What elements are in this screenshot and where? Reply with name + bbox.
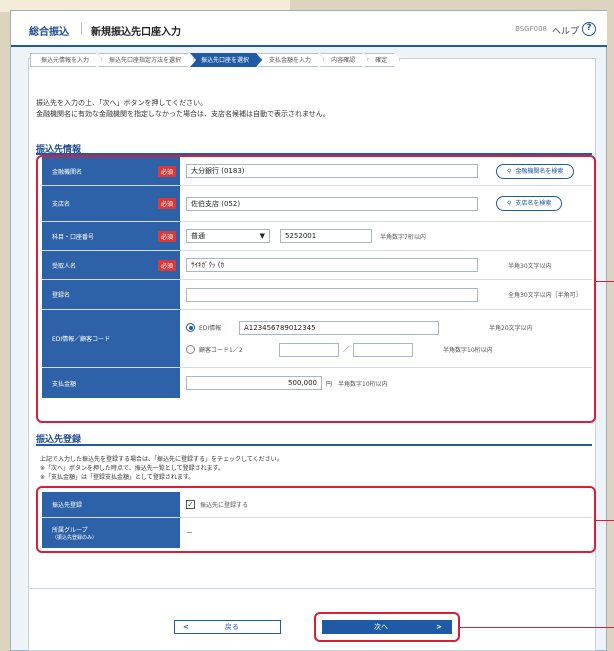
register-highlight	[36, 486, 596, 553]
instruction-line: 金融機関名に有効な金融機関を指定しなかった場合は、支店名候補は自動で表示されませ…	[36, 110, 330, 118]
back-button-label: 戻る	[224, 623, 239, 631]
page-header: 総合振込 新規振込先口座入力 BSGF008 ヘルプ ?	[11, 11, 607, 47]
register-line: ※「支払金額」は「登録支払金額」として登録されます。	[40, 474, 195, 481]
step-4: 支払金額を入力	[258, 53, 324, 67]
register-instructions: 上記で入力した振込先を登録する場合は、「振込先に登録する」をチェックしてください…	[40, 455, 283, 482]
section-divider	[36, 444, 592, 446]
progress-steps: 振込元情報を入力 振込先口座指定方法を選択 振込先口座を選択 支払金額を入力 内…	[30, 53, 396, 67]
callout-line	[596, 281, 614, 282]
step-5: 内容確認	[320, 53, 368, 67]
register-line: ※「次へ」ボタンを押した時点で、振込先一覧として登録されます。	[40, 465, 225, 472]
back-button[interactable]: < 戻る	[174, 620, 281, 634]
instruction-line: 振込先を入力の上、「次へ」ボタンを押してください。	[36, 99, 208, 107]
payee-highlight	[36, 155, 596, 423]
instructions: 振込先を入力の上、「次へ」ボタンを押してください。 金融機関名に有効な金融機関を…	[36, 98, 330, 120]
step-3-current: 振込先口座を選択	[190, 53, 262, 67]
page-title: 新規振込先口座入力	[91, 27, 181, 38]
callout-line	[596, 520, 614, 521]
help-link[interactable]: ヘルプ	[552, 24, 579, 37]
service-name: 総合振込	[29, 27, 69, 38]
help-icon[interactable]: ?	[582, 22, 596, 36]
callout-line	[460, 627, 614, 628]
screen-code: BSGF008	[515, 25, 547, 33]
step-2: 振込先口座指定方法を選択	[98, 53, 194, 67]
register-line: 上記で入力した振込先を登録する場合は、「振込先に登録する」をチェックしてください…	[40, 456, 283, 463]
footer-divider	[30, 588, 596, 589]
step-6: 確定	[364, 53, 400, 67]
next-highlight	[314, 612, 460, 642]
step-1: 振込元情報を入力	[30, 53, 102, 67]
chevron-left-icon: <	[183, 623, 189, 631]
header-divider	[81, 23, 82, 35]
